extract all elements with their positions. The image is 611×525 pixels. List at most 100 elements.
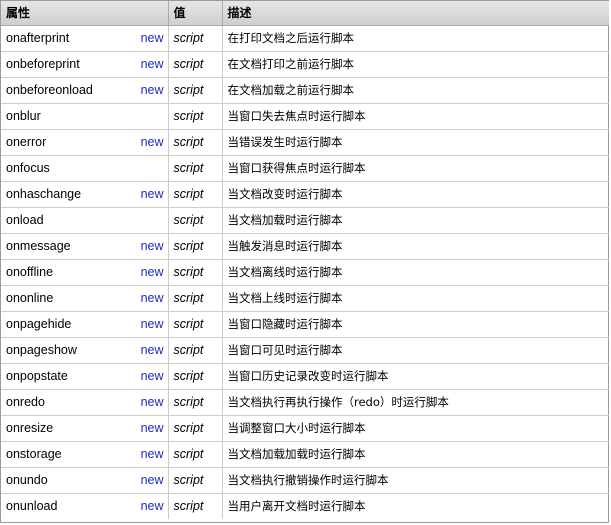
attribute-name: onhaschange <box>6 187 82 201</box>
table-row: onfocus script 当窗口获得焦点时运行脚本 <box>1 155 609 182</box>
description-cell: 当文档加载加载时运行脚本 <box>222 441 609 468</box>
description-cell: 当错误发生时运行脚本 <box>222 129 609 156</box>
attribute-cell: onmessage new <box>1 233 169 260</box>
value-cell: script <box>168 51 223 78</box>
table-row: onbeforeprint new script 在文档打印之前运行脚本 <box>1 51 609 78</box>
attribute-cell: onhaschange new <box>1 181 169 208</box>
attribute-cell: onbeforeprint new <box>1 51 169 78</box>
new-badge: new <box>140 499 164 514</box>
table-row: onerror new script 当错误发生时运行脚本 <box>1 129 609 156</box>
description-cell: 当窗口隐藏时运行脚本 <box>222 311 609 338</box>
attribute-name: onpageshow <box>6 343 77 357</box>
table-row: onpagehide new script 当窗口隐藏时运行脚本 <box>1 311 609 338</box>
attribute-cell: onpopstate new <box>1 363 169 390</box>
attribute-cell: ononline new <box>1 285 169 312</box>
attribute-name: onundo <box>6 473 48 487</box>
description-cell: 当文档上线时运行脚本 <box>222 285 609 312</box>
new-badge: new <box>140 395 164 409</box>
table-row: onresize new script 当调整窗口大小时运行脚本 <box>1 415 609 442</box>
table-row: ononline new script 当文档上线时运行脚本 <box>1 285 609 312</box>
table-row: onoffline new script 当文档离线时运行脚本 <box>1 259 609 286</box>
attribute-name: onstorage <box>6 447 62 461</box>
new-badge: new <box>140 187 164 201</box>
value-cell: script <box>168 363 223 390</box>
description-cell: 当文档执行再执行操作（redo）时运行脚本 <box>222 389 609 416</box>
description-cell: 当调整窗口大小时运行脚本 <box>222 415 609 442</box>
attribute-name: onbeforeprint <box>6 57 80 71</box>
new-badge: new <box>140 135 164 149</box>
value-cell: script <box>168 181 223 208</box>
value-cell: script <box>168 415 223 442</box>
attribute-cell: onload <box>1 207 169 234</box>
attribute-table-frame: 属性 值 描述 onafterprint new script 在打印文档之后运行脚本… <box>0 0 609 523</box>
new-badge: new <box>140 291 164 305</box>
table-header: 属性 值 描述 <box>1 1 609 26</box>
table-row: onunload new script 当用户离开文档时运行脚本 <box>1 493 609 519</box>
attribute-name: onmessage <box>6 239 71 253</box>
table-row: onmessage new script 当触发消息时运行脚本 <box>1 233 609 260</box>
new-badge: new <box>140 447 164 461</box>
value-cell: script <box>168 337 223 364</box>
table-row: onload script 当文档加载时运行脚本 <box>1 207 609 234</box>
attribute-cell: onredo new <box>1 389 169 416</box>
new-badge: new <box>140 83 164 97</box>
attribute-cell: onafterprint new <box>1 25 169 52</box>
attribute-table: 属性 值 描述 onafterprint new script 在打印文档之后运行脚本… <box>1 1 609 519</box>
value-cell: script <box>168 129 223 156</box>
header-description: 描述 <box>222 1 609 26</box>
new-badge: new <box>140 265 164 279</box>
attribute-cell: onerror new <box>1 129 169 156</box>
description-cell: 当用户离开文档时运行脚本 <box>227 499 366 514</box>
attribute-cell: onoffline new <box>1 259 169 286</box>
attribute-cell: onresize new <box>1 415 169 442</box>
header-row: 属性 值 描述 <box>1 1 609 26</box>
value-cell: script <box>168 233 223 260</box>
description-cell: 当窗口获得焦点时运行脚本 <box>222 155 609 182</box>
attribute-name: onunload <box>6 499 58 514</box>
header-value: 值 <box>168 1 223 26</box>
new-badge: new <box>140 421 164 435</box>
description-cell: 当文档执行撤销操作时运行脚本 <box>222 467 609 494</box>
description-cell: 当窗口可见时运行脚本 <box>222 337 609 364</box>
table-row: onafterprint new script 在打印文档之后运行脚本 <box>1 25 609 52</box>
value-cell: script <box>168 467 223 494</box>
value-cell: script <box>168 493 223 519</box>
attribute-cell: onpageshow new <box>1 337 169 364</box>
attribute-name: onload <box>6 213 44 227</box>
attribute-name: onfocus <box>6 161 50 175</box>
description-cell: 在文档加载之前运行脚本 <box>222 77 609 104</box>
table-row: onbeforeonload new script 在文档加载之前运行脚本 <box>1 77 609 104</box>
description-cell: 当窗口历史记录改变时运行脚本 <box>222 363 609 390</box>
attribute-cell: onfocus <box>1 155 169 182</box>
description-cell: 在文档打印之前运行脚本 <box>222 51 609 78</box>
value-cell: script <box>168 259 223 286</box>
new-badge: new <box>140 239 164 253</box>
table-body: onafterprint new script 在打印文档之后运行脚本 onbefore… <box>1 25 609 519</box>
description-cell: 当文档改变时运行脚本 <box>222 181 609 208</box>
attribute-cell: onunload new <box>1 493 169 519</box>
table-row: onhaschange new script 当文档改变时运行脚本 <box>1 181 609 208</box>
attribute-name: onredo <box>6 395 45 409</box>
value-cell: script <box>168 103 223 130</box>
value-cell: script <box>168 389 223 416</box>
attribute-cell: onundo new <box>1 467 169 494</box>
description-cell: 当窗口失去焦点时运行脚本 <box>222 103 609 130</box>
table-row: onpageshow new script 当窗口可见时运行脚本 <box>1 337 609 364</box>
attribute-name: onblur <box>6 109 41 123</box>
new-badge: new <box>140 57 164 71</box>
attribute-name: onerror <box>6 135 47 149</box>
table-row: onstorage new script 当文档加载加载时运行脚本 <box>1 441 609 468</box>
value-cell: script <box>168 207 223 234</box>
new-badge: new <box>140 343 164 357</box>
new-badge: new <box>140 317 164 331</box>
value-cell: script <box>168 77 223 104</box>
attribute-name: ononline <box>6 291 54 305</box>
new-badge: new <box>140 473 164 487</box>
new-badge: new <box>140 31 164 45</box>
value-cell: script <box>168 441 223 468</box>
new-badge: new <box>140 369 164 383</box>
attribute-name: onpagehide <box>6 317 72 331</box>
table-row: onpopstate new script 当窗口历史记录改变时运行脚本 <box>1 363 609 390</box>
table-row: onundo new script 当文档执行撤销操作时运行脚本 <box>1 467 609 494</box>
table-row: onblur script 当窗口失去焦点时运行脚本 <box>1 103 609 130</box>
